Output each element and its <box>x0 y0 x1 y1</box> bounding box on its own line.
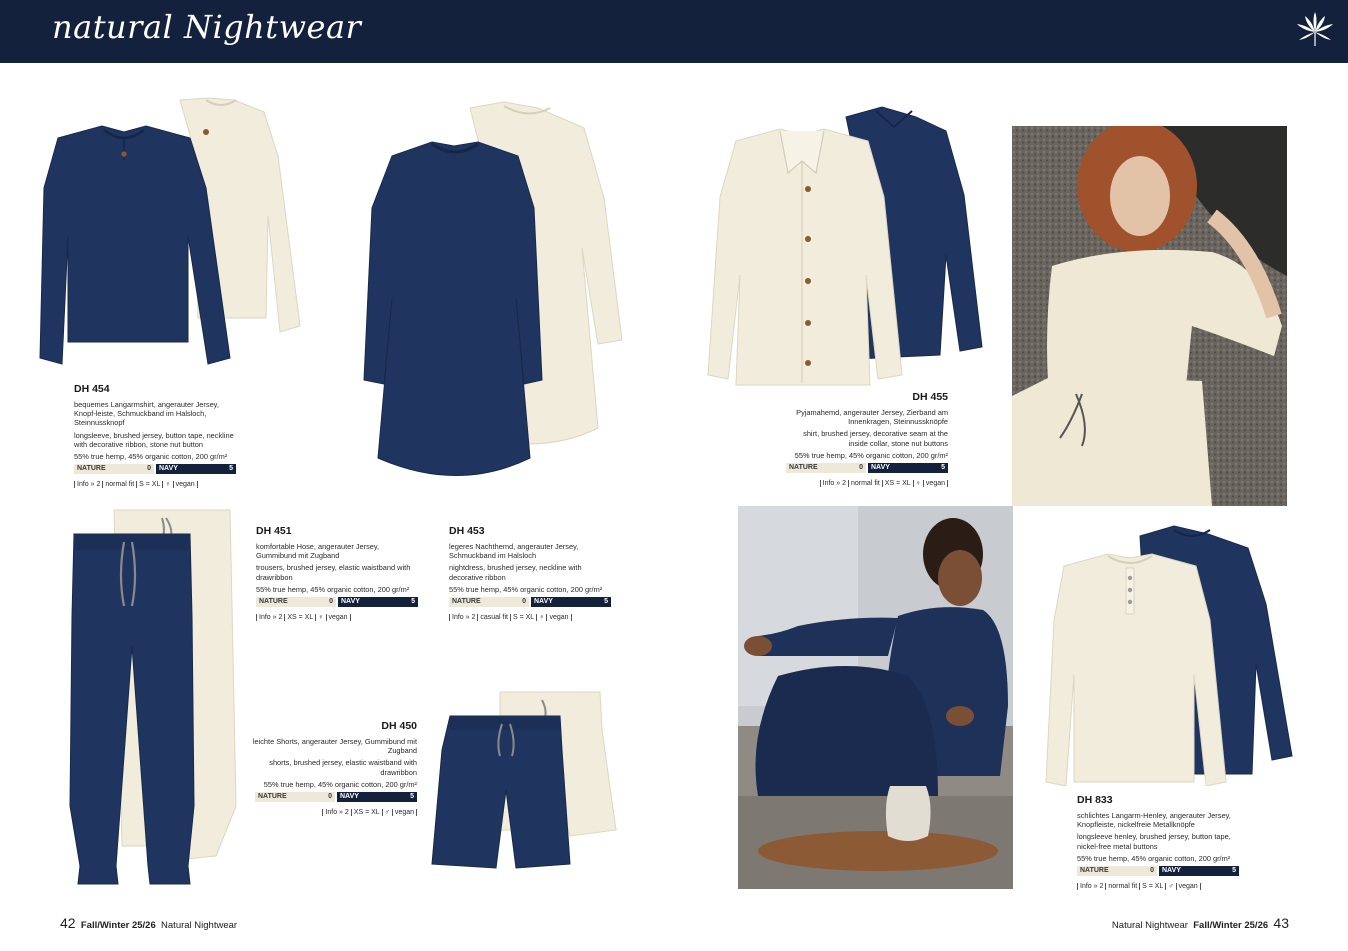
color-nature: NATURE 0 <box>255 792 335 803</box>
description-de: komfortable Hose, angerauter Jersey, Gum… <box>256 542 380 561</box>
color-nature: NATURE 0 <box>1077 866 1157 877</box>
composition: 55% true hemp, 45% organic cotton, 200 g… <box>1077 853 1231 863</box>
dh450-product-image <box>431 691 617 869</box>
color-swatches: NATURE 0 NAVY 5 <box>449 597 614 608</box>
composition: 55% true hemp, 45% organic cotton, 200 g… <box>74 452 228 462</box>
product-code: DH 454 <box>74 383 110 395</box>
color-nature: NATURE 0 <box>786 463 866 474</box>
section-title: natural Nightwear <box>52 8 362 46</box>
dh454-product-image <box>39 97 301 365</box>
description-de: schlichtes Langarm-Henley, angerauter Je… <box>1077 811 1231 830</box>
dh451-info: DH 451 komfortable Hose, angerauter Jers… <box>256 525 421 623</box>
footer-right: Natural Nightwear Fall/Winter 25/26 43 <box>1112 915 1289 931</box>
color-nature: NATURE 0 <box>74 464 154 475</box>
season-right: Fall/Winter 25/26 <box>1193 920 1269 931</box>
dh833-info: DH 833 schlichtes Langarm-Henley, angera… <box>1077 794 1247 892</box>
woman-lifestyle-photo <box>1012 126 1287 506</box>
color-nature: NATURE 0 <box>449 597 529 608</box>
description-en: longsleeve henley, brushed jersey, butto… <box>1077 832 1231 851</box>
color-swatches: NATURE 0 NAVY 5 <box>256 597 421 608</box>
color-navy: NAVY 5 <box>337 792 417 803</box>
color-swatches: NATURE 0 NAVY 5 <box>74 464 239 475</box>
color-swatches: NATURE 0 NAVY 5 <box>783 463 948 474</box>
composition: 55% true hemp, 45% organic cotton, 200 g… <box>794 450 948 460</box>
product-attributes: Info » 2 casual fit S = XL ♀ vegan <box>449 613 614 623</box>
dh453-info: DH 453 legeres Nachthemd, angerauter Jer… <box>449 525 614 623</box>
dh451-product-image <box>69 509 237 885</box>
dh833-product-image <box>1045 525 1293 786</box>
color-navy: NAVY 5 <box>868 463 948 474</box>
description-en: nightdress, brushed jersey, neckline wit… <box>449 563 582 582</box>
composition: 55% true hemp, 45% organic cotton, 200 g… <box>449 584 603 594</box>
man-lifestyle-photo <box>738 506 1013 889</box>
product-code: DH 451 <box>256 525 292 537</box>
product-code: DH 453 <box>449 525 485 537</box>
description-en: shorts, brushed jersey, elastic waistban… <box>269 758 417 777</box>
product-attributes: Info » 2 normal fit XS = XL ♀ vegan <box>783 479 948 489</box>
section-name-left: Natural Nightwear <box>161 920 238 931</box>
season-left: Fall/Winter 25/26 <box>80 920 156 931</box>
product-code: DH 450 <box>381 720 417 732</box>
product-code: DH 833 <box>1077 794 1113 806</box>
description-de: Pyjamahemd, angerauter Jersey, Zierband … <box>796 408 948 427</box>
hemp-leaf-logo-icon <box>1297 12 1333 46</box>
dh454-info: DH 454 bequemes Langarmshirt, angerauter… <box>74 383 239 490</box>
description-en: trousers, brushed jersey, elastic waistb… <box>256 563 411 582</box>
description-en: shirt, brushed jersey, decorative seam a… <box>803 429 948 448</box>
dh450-info: DH 450 leichte Shorts, angerauter Jersey… <box>252 720 417 818</box>
dh455-product-image <box>707 106 983 386</box>
color-nature: NATURE 0 <box>256 597 336 608</box>
page-number-left: 42 <box>60 915 76 931</box>
color-navy: NAVY 5 <box>531 597 611 608</box>
product-attributes: Info » 2 normal fit S = XL ♂ vegan <box>1077 882 1247 892</box>
color-navy: NAVY 5 <box>156 464 236 475</box>
product-attributes: Info » 2 XS = XL ♀ vegan <box>256 613 421 623</box>
dh453-product-image <box>363 101 623 476</box>
color-navy: NAVY 5 <box>1159 866 1239 877</box>
section-name-right: Natural Nightwear <box>1111 920 1188 931</box>
page-number-right: 43 <box>1273 915 1289 931</box>
product-attributes: Info » 2 XS = XL ♂ vegan <box>252 808 417 818</box>
color-navy: NAVY 5 <box>338 597 418 608</box>
product-code: DH 455 <box>912 391 948 403</box>
description-de: bequemes Langarmshirt, angerauter Jersey… <box>74 400 219 428</box>
composition: 55% true hemp, 45% organic cotton, 200 g… <box>256 584 410 594</box>
composition: 55% true hemp, 45% organic cotton, 200 g… <box>263 779 417 789</box>
color-swatches: NATURE 0 NAVY 5 <box>252 792 417 803</box>
description-de: leichte Shorts, angerauter Jersey, Gummi… <box>252 737 417 756</box>
description-en: longsleeve, brushed jersey, button tape,… <box>74 430 234 449</box>
catalog-header: natural Nightwear <box>0 0 1348 63</box>
color-swatches: NATURE 0 NAVY 5 <box>1077 866 1247 877</box>
product-attributes: Info » 2 normal fit S = XL ♀ vegan <box>74 480 239 490</box>
dh455-info: DH 455 Pyjamahemd, angerauter Jersey, Zi… <box>783 391 948 489</box>
description-de: legeres Nachthemd, angerauter Jersey, Sc… <box>449 542 579 561</box>
footer-left: 42 Fall/Winter 25/26 Natural Nightwear <box>60 915 237 931</box>
